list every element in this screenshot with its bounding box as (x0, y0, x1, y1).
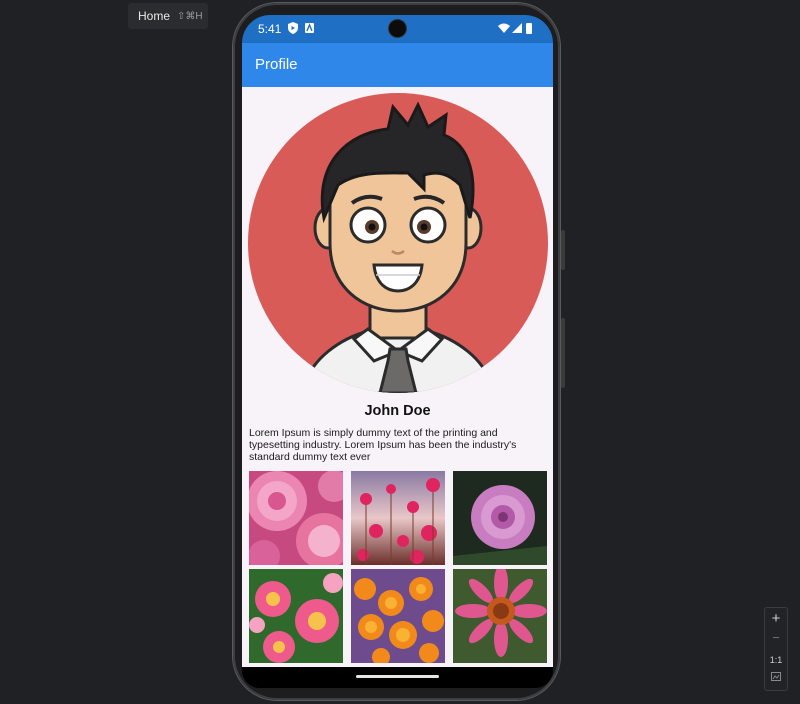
profile-description: Lorem Ipsum is simply dummy text of the … (249, 427, 517, 463)
home-tooltip: Home ⇧⌘H (128, 3, 208, 29)
battery-icon (526, 23, 532, 34)
phone-screen: 5:41 Profile John Doe Lorem Ipsum is sim… (242, 15, 553, 688)
profile-name: John Doe (364, 403, 431, 419)
gallery-photo-echinacea[interactable] (453, 569, 547, 663)
screenshot-icon[interactable] (765, 672, 787, 683)
gallery-photo-marigolds[interactable] (351, 569, 445, 663)
power-button[interactable] (561, 230, 565, 270)
tooltip-shortcut: ⇧⌘H (177, 10, 203, 22)
tooltip-label: Home (138, 9, 171, 23)
status-time: 5:41 (258, 22, 282, 36)
gallery-photo-plumeria[interactable] (249, 569, 343, 663)
front-camera (389, 20, 406, 37)
page-title: Profile (255, 56, 298, 73)
wifi-icon (498, 23, 510, 33)
app-bar: Profile (242, 43, 553, 87)
profile-avatar[interactable] (248, 93, 548, 393)
gallery-photo-dahlia[interactable] (453, 471, 547, 565)
status-bar: 5:41 (242, 15, 553, 43)
zoom-in-button[interactable]: + (765, 610, 787, 627)
gallery-photo-chrysanthemum[interactable] (249, 471, 343, 565)
volume-button[interactable] (561, 318, 565, 388)
home-gesture-handle[interactable] (356, 675, 439, 678)
zoom-out-button[interactable]: − (765, 630, 787, 645)
gallery-photo-cosmos[interactable] (351, 471, 445, 565)
shield-icon (288, 22, 298, 34)
actual-size-button[interactable]: 1:1 (765, 655, 787, 665)
zoom-controls: + − 1:1 (764, 607, 788, 691)
signal-icon (512, 23, 522, 33)
navigation-bar (242, 667, 553, 688)
apk-icon (305, 23, 314, 33)
profile-content[interactable]: John Doe Lorem Ipsum is simply dummy tex… (242, 87, 553, 667)
